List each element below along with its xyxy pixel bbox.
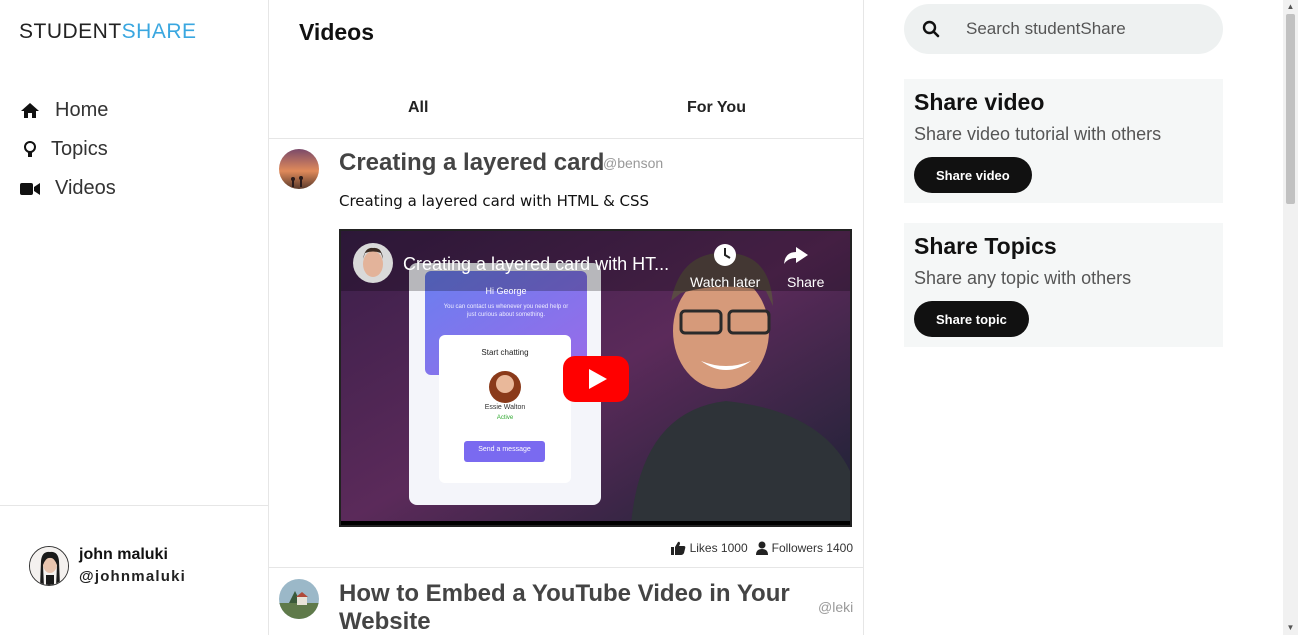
post-title-line2: Website	[339, 608, 431, 635]
thumb-chat-label: Start chatting	[481, 348, 529, 357]
followers-count: Followers 1400	[771, 541, 853, 555]
nav-item-label: Topics	[51, 138, 108, 160]
tab-all[interactable]: All	[408, 99, 428, 117]
thumb-contact-status: Active	[496, 415, 514, 421]
video-title-overlay[interactable]: Creating a layered card with HT...	[403, 254, 669, 275]
post-description: Creating a layered card with HTML & CSS	[339, 192, 650, 210]
user-handle: @johnmaluki	[79, 568, 187, 585]
likes-stat[interactable]: Likes 1000	[670, 541, 748, 555]
share-video-card: Share video Share video tutorial with ot…	[904, 79, 1223, 203]
nav-item-topics[interactable]: Topics	[19, 130, 116, 169]
post-divider	[269, 567, 863, 568]
scrollbar-thumb[interactable]	[1286, 14, 1295, 204]
search-icon	[922, 20, 942, 38]
left-sidebar: STUDENTSHARE Home Topics Videos john mal…	[0, 0, 269, 635]
card-title: Share video	[914, 89, 1045, 115]
user-icon	[755, 541, 768, 555]
post-author-handle[interactable]: @leki	[818, 599, 853, 615]
scroll-down-arrow[interactable]: ▼	[1286, 624, 1295, 632]
thumb-card-greeting: Hi George	[485, 286, 527, 296]
thumb-card-text: You can contact us whenever you need hel…	[443, 304, 569, 318]
nav-item-label: Home	[55, 99, 109, 121]
post-author-avatar[interactable]	[279, 579, 319, 619]
brand-part2: SHARE	[121, 20, 197, 43]
search-bar[interactable]	[904, 4, 1223, 54]
scroll-up-arrow[interactable]: ▲	[1286, 3, 1295, 11]
nav-item-home[interactable]: Home	[19, 91, 116, 130]
brand-part1: STUDENT	[19, 20, 122, 43]
post-stats: Likes 1000 Followers 1400	[670, 541, 853, 555]
video-progress-bar	[341, 521, 850, 525]
tab-for-you[interactable]: For You	[687, 99, 746, 117]
video-embed[interactable]: Creating a layered card with HT... Watch…	[339, 229, 852, 527]
page-title: Videos	[299, 19, 374, 45]
share-video-overlay-button[interactable]: Share	[787, 274, 824, 290]
watch-later-button[interactable]: Watch later	[690, 274, 760, 290]
share-topic-button[interactable]: Share topic	[914, 301, 1029, 337]
user-name: john maluki	[79, 546, 168, 563]
post-title-line1: How to Embed a YouTube Video in Your	[339, 580, 790, 607]
video-camera-icon	[19, 178, 41, 200]
nav-item-videos[interactable]: Videos	[19, 169, 116, 208]
post-title[interactable]: How to Embed a YouTube Video in Your Web…	[339, 580, 790, 635]
followers-stat[interactable]: Followers 1400	[755, 541, 853, 555]
card-text: Share any topic with others	[914, 268, 1132, 288]
post-author-handle[interactable]: @benson	[603, 155, 663, 171]
likes-count: Likes 1000	[689, 541, 748, 555]
home-icon	[19, 100, 41, 122]
post-title[interactable]: Creating a layered card	[339, 149, 604, 177]
share-video-button[interactable]: Share video	[914, 157, 1032, 193]
thumbs-up-icon	[670, 541, 685, 555]
feed-tabs: All For You	[269, 85, 863, 139]
thumb-contact-name: Essie Walton	[484, 404, 526, 411]
brand-logo[interactable]: STUDENTSHARE	[19, 20, 197, 44]
search-input[interactable]	[966, 19, 1206, 39]
post-author-avatar[interactable]	[279, 149, 319, 189]
right-sidebar: Share video Share video tutorial with ot…	[864, 0, 1284, 635]
page-scrollbar[interactable]: ▲ ▼	[1283, 0, 1298, 635]
lightbulb-icon	[19, 139, 41, 161]
user-profile[interactable]: john maluki @johnmaluki	[0, 505, 268, 635]
card-title: Share Topics	[914, 233, 1057, 259]
user-avatar	[29, 546, 69, 586]
video-thumbnail	[341, 231, 850, 525]
thumb-send-label: Send a message	[478, 446, 531, 453]
card-text: Share video tutorial with others	[914, 124, 1162, 144]
main-nav: Home Topics Videos	[19, 91, 116, 208]
share-topics-card: Share Topics Share any topic with others…	[904, 223, 1223, 347]
nav-item-label: Videos	[55, 177, 116, 199]
main-feed: Videos All For You Creating a layered ca…	[269, 0, 864, 635]
